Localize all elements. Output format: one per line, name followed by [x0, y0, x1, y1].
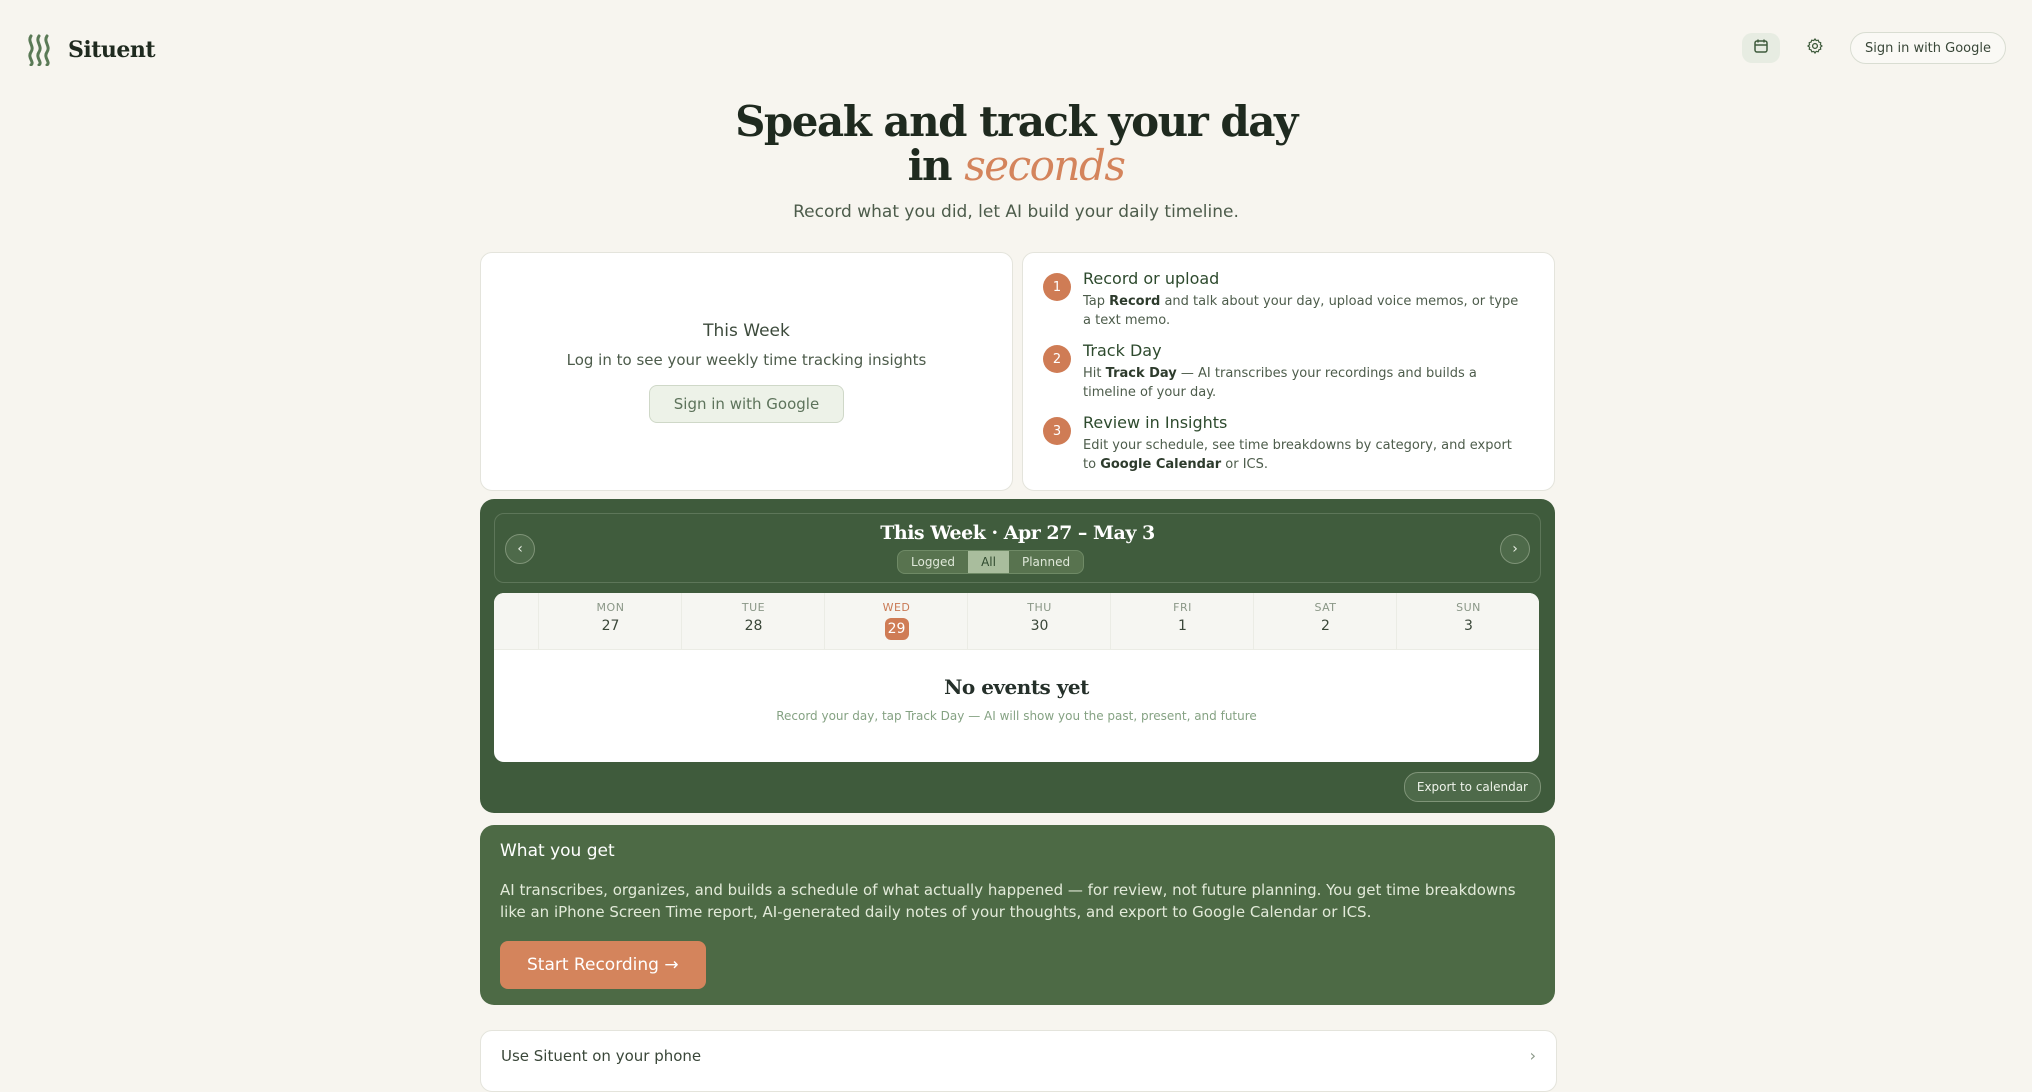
day-column-fri[interactable]: FRI 1	[1110, 593, 1254, 649]
logo-waves-icon	[26, 34, 52, 66]
calendar-button[interactable]	[1741, 33, 1780, 63]
empty-subtitle: Record your day, tap Track Day — AI will…	[776, 709, 1257, 723]
hero-subtitle: Record what you did, let AI build your d…	[793, 202, 1239, 222]
hero: Speak and track your day in seconds Reco…	[0, 100, 2032, 223]
day-column-mon[interactable]: MON 27	[538, 593, 682, 649]
step-number: 1	[1043, 273, 1071, 301]
hero-title: Speak and track your day in seconds	[0, 100, 2032, 188]
calendar-grid: MON 27 TUE 28 WED 29 THU 30 FRI 1 SAT 2 SUN 3 N…	[494, 593, 1539, 762]
day-column-sun[interactable]: SUN 3	[1396, 593, 1539, 649]
card-sign-in-button[interactable]: Sign in with Google	[648, 385, 845, 423]
chevron-right-icon: ›	[1529, 1046, 1536, 1065]
header-sign-in-button[interactable]: Sign in with Google	[1849, 32, 2006, 64]
hero-title-prefix: in	[907, 141, 953, 190]
step-text: Tap Record and talk about your day, uplo…	[1083, 294, 1519, 328]
start-recording-button[interactable]: Start Recording →	[500, 941, 706, 989]
filter-all[interactable]: All	[968, 551, 1009, 573]
top-header: Situent Sign in with Google	[0, 0, 2032, 104]
calendar-filter-toggle: Logged All Planned	[897, 550, 1085, 574]
day-column-sat[interactable]: SAT 2	[1253, 593, 1397, 649]
calendar-icon	[1753, 38, 1769, 58]
filter-logged[interactable]: Logged	[898, 551, 968, 573]
this-week-title: This Week	[703, 321, 790, 341]
calendar-header: ‹ This Week · Apr 27 – May 3 Logged All …	[494, 513, 1541, 583]
next-week-button[interactable]: ›	[1500, 534, 1530, 564]
export-to-calendar-button[interactable]: Export to calendar	[1403, 772, 1541, 802]
day-column-thu[interactable]: THU 30	[967, 593, 1111, 649]
step-item: 2 Track Day Hit Track Day — AI transcrib…	[1043, 341, 1523, 402]
hero-title-accent: seconds	[964, 141, 1126, 190]
step-number: 2	[1043, 345, 1071, 373]
what-you-get-section: What you get AI transcribes, organizes, …	[480, 825, 1555, 1005]
empty-title: No events yet	[944, 675, 1089, 699]
step-title: Track Day	[1083, 341, 1162, 360]
calendar-title: This Week · Apr 27 – May 3	[880, 522, 1155, 544]
step-number: 3	[1043, 417, 1071, 445]
use-on-phone-row[interactable]: Use Situent on your phone ›	[480, 1030, 1557, 1092]
step-title: Review in Insights	[1083, 413, 1228, 432]
step-item: 1 Record or upload Tap Record and talk a…	[1043, 269, 1523, 330]
empty-state: No events yet Record your day, tap Track…	[494, 675, 1539, 723]
week-calendar-panel: ‹ This Week · Apr 27 – May 3 Logged All …	[480, 499, 1555, 813]
settings-button[interactable]	[1796, 33, 1834, 63]
calendar-day-headers: MON 27 TUE 28 WED 29 THU 30 FRI 1 SAT 2 SUN 3	[494, 593, 1539, 650]
use-on-phone-label: Use Situent on your phone	[501, 1047, 702, 1065]
step-text: Edit your schedule, see time breakdowns …	[1083, 438, 1512, 472]
this-week-card: This Week Log in to see your weekly time…	[480, 252, 1013, 491]
today-badge: 29	[884, 618, 909, 640]
day-column-wed[interactable]: WED 29	[824, 593, 968, 649]
app-name: Situent	[68, 37, 156, 63]
logo[interactable]: Situent	[26, 34, 156, 66]
step-text: Hit Track Day — AI transcribes your reco…	[1083, 366, 1477, 400]
filter-planned[interactable]: Planned	[1009, 551, 1083, 573]
header-actions: Sign in with Google	[1741, 32, 2006, 64]
what-you-get-body: AI transcribes, organizes, and builds a …	[500, 881, 1516, 921]
day-column-tue[interactable]: TUE 28	[681, 593, 825, 649]
hero-title-line1: Speak and track your day	[735, 97, 1298, 146]
how-it-works-card: 1 Record or upload Tap Record and talk a…	[1022, 252, 1555, 491]
gear-icon	[1806, 37, 1824, 59]
step-item: 3 Review in Insights Edit your schedule,…	[1043, 413, 1523, 474]
step-title: Record or upload	[1083, 269, 1220, 288]
what-you-get-title: What you get	[500, 841, 615, 861]
this-week-description: Log in to see your weekly time tracking …	[566, 351, 927, 369]
